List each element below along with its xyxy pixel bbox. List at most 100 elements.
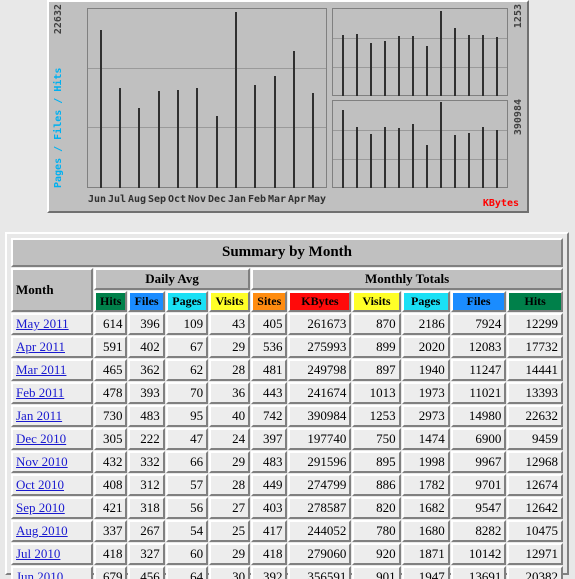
table-row: Mar 2011 465 362 62 28 481 249798 897 1940 11247 1… [11,359,563,381]
cell-daily-pages: 95 [165,405,209,427]
table-row: May 2011 614 396 109 43 405 261673 870 2186 7924 1… [11,313,563,335]
cell-daily-files: 402 [128,336,165,358]
cell-monthly-kbytes: 274799 [288,474,352,496]
month-link[interactable]: Oct 2010 [16,477,64,492]
bar-pages [312,170,315,188]
bar-visits [454,27,456,67]
left-axis-title: Pages / Files / Hits [53,67,64,188]
bar-pages [234,164,237,188]
month-link[interactable]: Aug 2010 [16,523,68,538]
bar-hits [215,115,218,136]
cell-monthly-kbytes: 279060 [288,543,352,565]
month-tick: May [307,193,327,205]
month-cell: Jul 2010 [11,543,93,565]
month-cell: Nov 2010 [11,451,93,473]
cell-daily-visits: 36 [209,382,251,404]
bar-sites [370,67,372,96]
bar-files [157,113,160,176]
kbytes-legend-label: KBytes [482,198,519,209]
bar-hits [234,12,237,73]
bar-visits [426,45,428,70]
month-tick: Jun [87,193,107,205]
month-cell: Aug 2010 [11,520,93,542]
bar-group [408,101,419,188]
bar-visits [412,35,414,64]
month-link[interactable]: Jun 2010 [16,569,63,579]
webalizer-page: 22632 Pages / Files / Hits 1253 390984 K… [0,0,575,579]
month-cell: Dec 2010 [11,428,93,450]
cell-monthly-pages: 1474 [401,428,450,450]
cell-daily-visits: 29 [209,336,251,358]
cell-daily-files: 362 [128,359,165,381]
cell-monthly-visits: 897 [352,359,401,381]
bars-pages-files-hits [88,9,326,188]
bar-sites [412,62,414,96]
bar-pages [292,172,295,188]
table-row: Jun 2010 679 456 64 30 392 356591 901 1947 13691 2… [11,566,563,579]
month-cell: Jan 2011 [11,405,93,427]
table-row: Sep 2010 421 318 56 27 403 278587 820 1682 9547 12… [11,497,563,519]
month-link[interactable]: Feb 2011 [16,385,64,400]
table-row: Nov 2010 432 332 66 29 483 291596 895 1998 9967 12… [11,451,563,473]
month-link[interactable]: May 2011 [16,316,69,331]
cell-monthly-kbytes: 241674 [288,382,352,404]
cell-monthly-pages: 1682 [401,497,450,519]
bar-pages [138,174,141,188]
month-tick: Apr [287,193,307,205]
bar-group [478,9,489,96]
bar-group [394,9,405,96]
cell-monthly-sites: 403 [251,497,288,519]
cell-monthly-kbytes: 390984 [288,405,352,427]
cell-daily-hits: 591 [94,336,128,358]
cell-daily-visits: 29 [209,451,251,473]
month-link[interactable]: Mar 2011 [16,362,66,377]
bar-visits [468,35,470,64]
cell-daily-visits: 28 [209,474,251,496]
bar-group [450,101,461,188]
bar-visits [482,35,484,61]
month-link[interactable]: Sep 2010 [16,500,65,515]
cell-daily-hits: 730 [94,405,128,427]
cell-monthly-hits: 12642 [507,497,563,519]
table-column-header-row: Hits Files Pages Visits Sites KBytes Visits Pag… [11,291,563,312]
month-link[interactable]: Jul 2010 [16,546,60,561]
bar-hits [138,107,141,125]
cell-daily-hits: 465 [94,359,128,381]
month-link[interactable]: Jan 2011 [16,408,62,423]
cell-monthly-hits: 12971 [507,543,563,565]
bar-sites [342,69,344,96]
bar-files [273,100,276,174]
bar-group [307,9,320,188]
month-cell: Feb 2011 [11,382,93,404]
bar-group [422,101,433,188]
table-row: Jul 2010 418 327 60 29 418 279060 920 1871 10142 1… [11,543,563,565]
column-header-monthly-hits: Hits [507,291,563,312]
table-row: Aug 2010 337 267 54 25 417 244052 780 1680 8282 10… [11,520,563,542]
cell-daily-files: 222 [128,428,165,450]
month-link[interactable]: Nov 2010 [16,454,68,469]
cell-monthly-visits: 820 [352,497,401,519]
cell-monthly-hits: 12674 [507,474,563,496]
column-header-monthly-files: Files [450,291,507,312]
month-link[interactable]: Dec 2010 [16,431,66,446]
bar-files [254,102,257,174]
bar-kbytes [384,126,386,188]
cell-monthly-sites: 449 [251,474,288,496]
column-header-daily-pages: Pages [165,291,209,312]
cell-daily-files: 456 [128,566,165,579]
right-axis-max-kbytes-label: 390984 [513,99,524,136]
bar-sites [384,68,386,96]
bar-kbytes [356,126,358,188]
cell-daily-hits: 478 [94,382,128,404]
bar-sites [440,45,442,96]
column-header-monthly-kbytes: KBytes [288,291,352,312]
cell-daily-pages: 66 [165,451,209,473]
cell-monthly-sites: 443 [251,382,288,404]
bar-group [380,101,391,188]
cell-monthly-visits: 780 [352,520,401,542]
bar-pages [273,172,276,188]
month-link[interactable]: Apr 2011 [16,339,65,354]
bar-sites [468,63,470,96]
month-cell: May 2011 [11,313,93,335]
bar-pages [254,172,257,188]
